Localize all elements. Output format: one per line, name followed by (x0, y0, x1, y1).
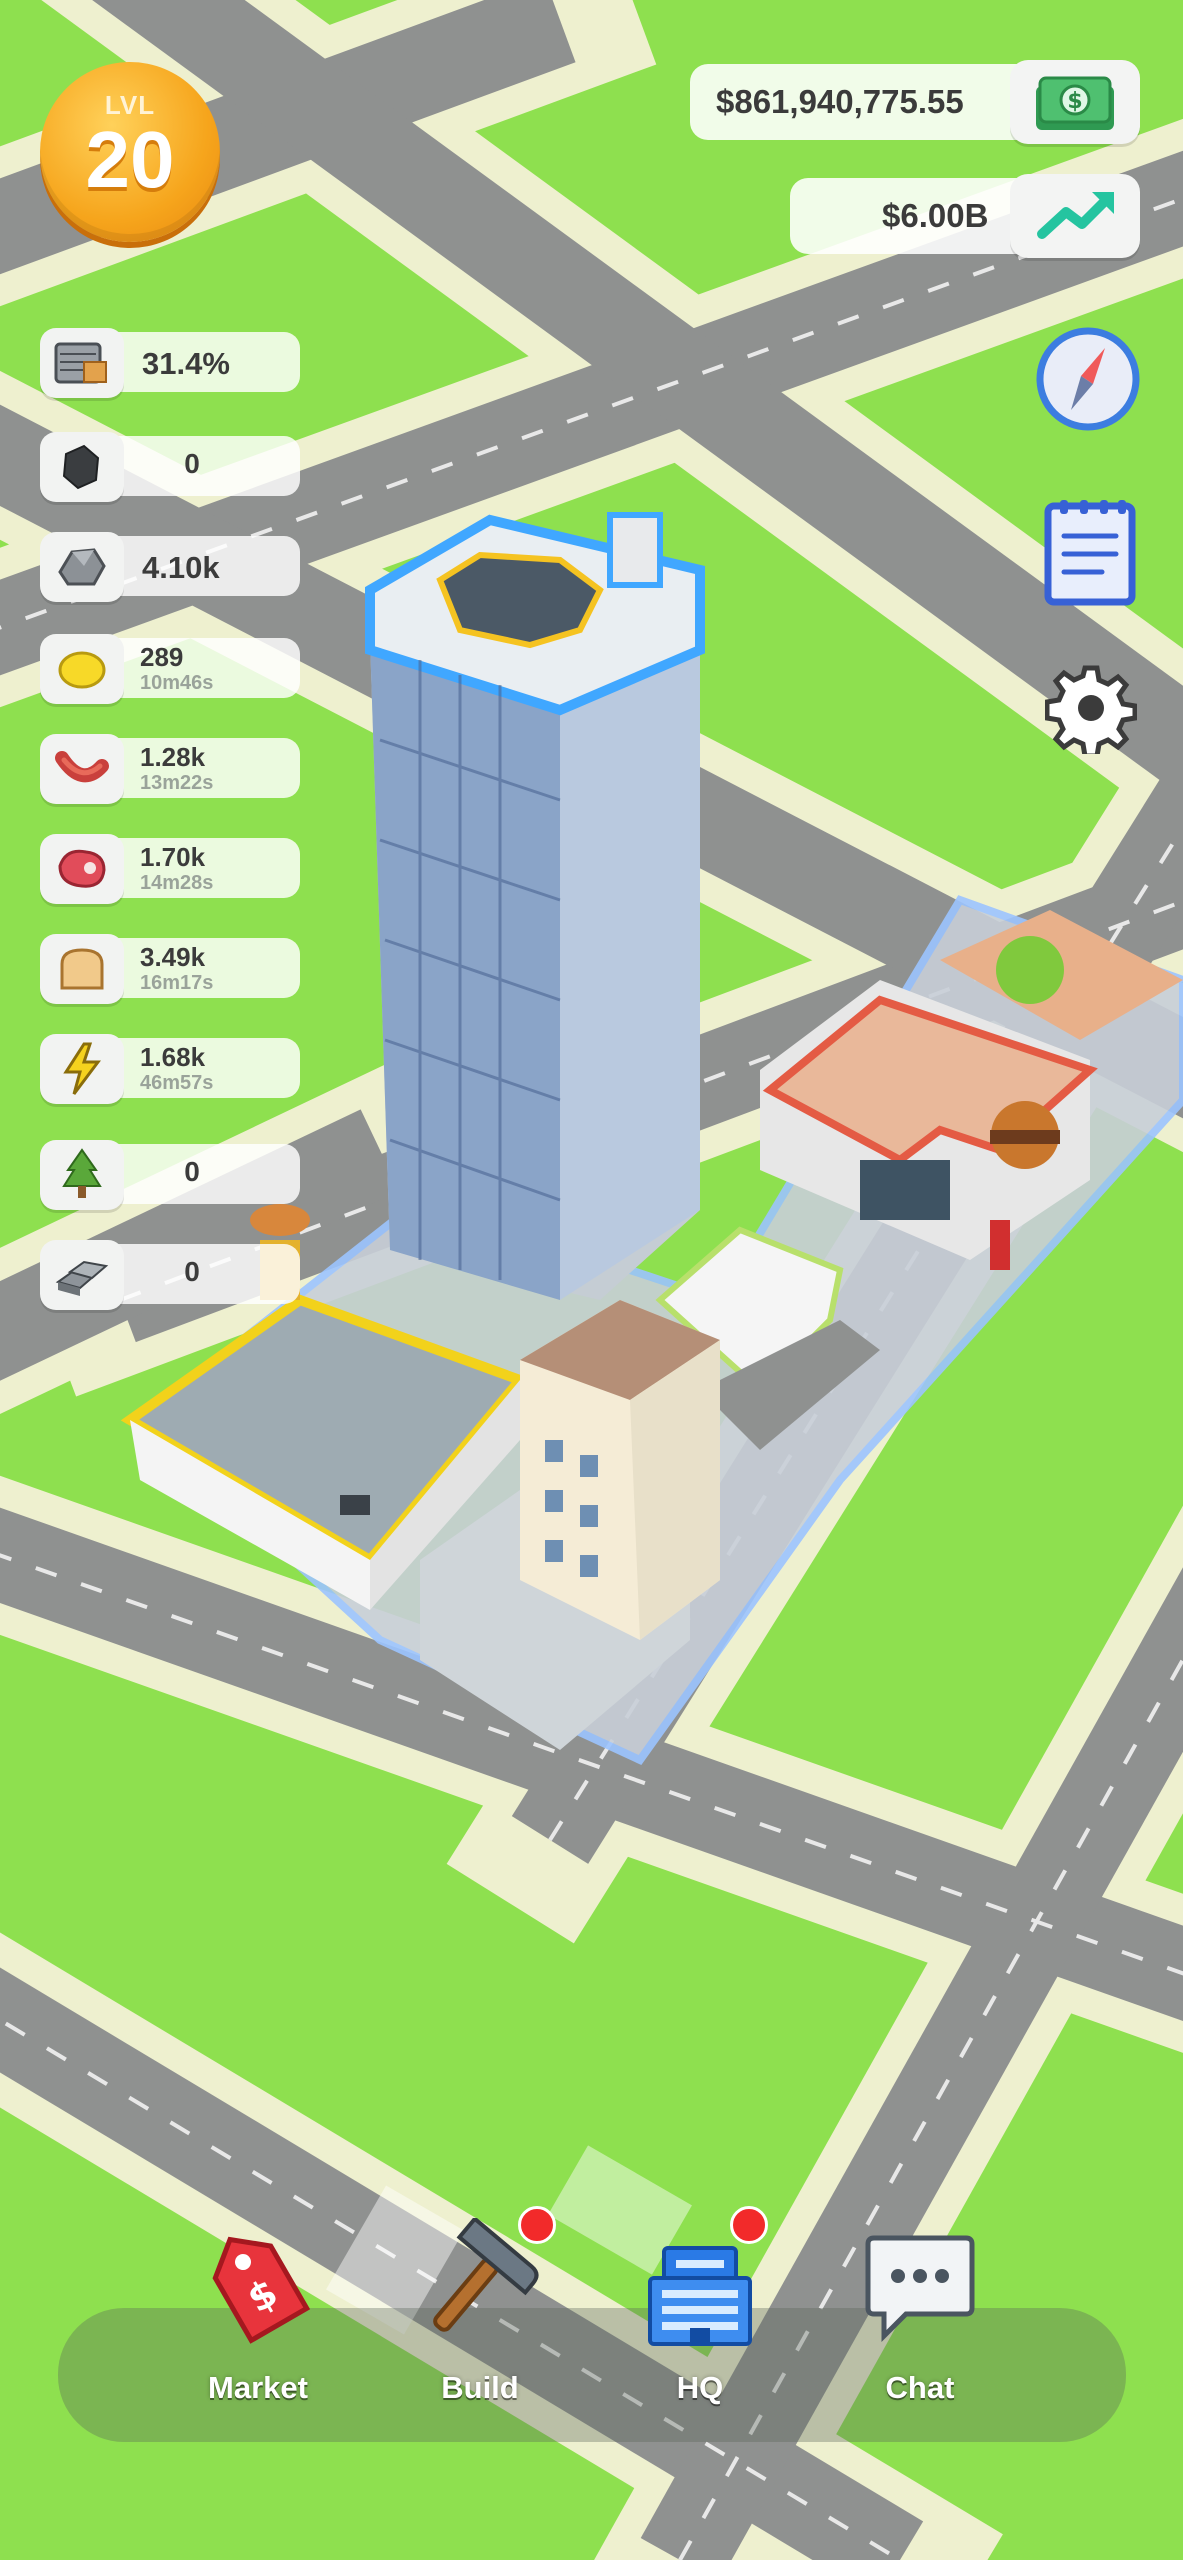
hq-notification-badge (730, 2206, 768, 2244)
resource-coal[interactable]: 0 (40, 432, 300, 502)
resource-value: 1.68k (140, 1042, 206, 1072)
resource-ore[interactable]: 4.10k (40, 532, 300, 602)
resource-value: 0 (184, 1256, 200, 1287)
pine-tree-icon (40, 1140, 124, 1210)
hq-skyscraper (365, 512, 705, 1300)
money-balance-value: $861,940,775.55 (716, 83, 964, 120)
resource-timer: 14m28s (140, 872, 214, 894)
news-notepad-icon (1044, 500, 1136, 606)
resource-energy[interactable]: 1.68k 46m57s (40, 1034, 300, 1104)
resource-meat[interactable]: 1.70k 14m28s (40, 834, 300, 904)
lemon-icon (40, 634, 124, 704)
sausage-icon (40, 734, 124, 804)
nav-hq-label: HQ (676, 2370, 724, 2405)
resource-storage[interactable]: 31.4% (40, 328, 300, 398)
trend-up-icon (1010, 174, 1140, 258)
nav-chat[interactable]: Chat (830, 2218, 1010, 2438)
chat-bubble-icon (865, 2235, 975, 2343)
level-value: 20 (85, 115, 175, 204)
resource-metal[interactable]: 0 (40, 1240, 300, 1310)
nav-market[interactable]: $ Market (168, 2218, 348, 2438)
resource-timer: 13m22s (140, 772, 214, 794)
resource-value: 0 (184, 1156, 200, 1187)
bottom-nav-bar: $ Market Build HQ Chat (58, 2206, 1126, 2442)
resource-value: 1.28k (140, 742, 206, 772)
income-rate[interactable]: $6.00B (790, 174, 1140, 258)
income-rate-value: $6.00B (882, 197, 989, 234)
resource-timer: 16m17s (140, 972, 214, 994)
cash-stack-icon: $ (1010, 60, 1140, 144)
metal-ingots-icon (40, 1240, 124, 1310)
resource-value: 3.49k (140, 942, 206, 972)
resource-value: 0 (184, 448, 200, 479)
bread-slice-icon (40, 934, 124, 1004)
level-badge[interactable]: LVL 20 (40, 62, 220, 242)
lightning-icon (40, 1034, 124, 1104)
ore-rock-icon (40, 532, 124, 602)
resource-value: 1.70k (140, 842, 206, 872)
warehouse-crate-icon (40, 328, 124, 398)
steak-icon (40, 834, 124, 904)
news-button[interactable] (1042, 496, 1138, 606)
nav-market-label: Market (208, 2370, 308, 2405)
svg-text:$: $ (1067, 89, 1082, 114)
resource-value: 289 (140, 642, 184, 672)
money-balance[interactable]: $861,940,775.55 $ (690, 60, 1140, 144)
nav-build-label: Build (441, 2370, 519, 2405)
resource-timer: 46m57s (140, 1072, 214, 1094)
resource-sausage[interactable]: 1.28k 13m22s (40, 734, 300, 804)
price-tag-icon: $ (212, 2236, 311, 2344)
compass-button[interactable] (1035, 326, 1141, 432)
resource-lemon[interactable]: 289 10m46s (40, 634, 300, 704)
build-notification-badge (518, 2206, 556, 2244)
nav-chat-label: Chat (885, 2370, 955, 2405)
resource-bread[interactable]: 3.49k 16m17s (40, 934, 300, 1004)
coal-lump-icon (40, 432, 124, 502)
compass-icon (1036, 327, 1140, 431)
nav-build[interactable]: Build (390, 2206, 570, 2438)
nav-hq[interactable]: HQ (610, 2206, 790, 2438)
gear-icon (1044, 665, 1138, 759)
resource-timer: 10m46s (140, 672, 214, 694)
resource-wood[interactable]: 0 (40, 1140, 300, 1210)
resource-value: 31.4% (142, 346, 230, 381)
settings-button[interactable] (1044, 662, 1138, 759)
resource-value: 4.10k (142, 550, 220, 585)
